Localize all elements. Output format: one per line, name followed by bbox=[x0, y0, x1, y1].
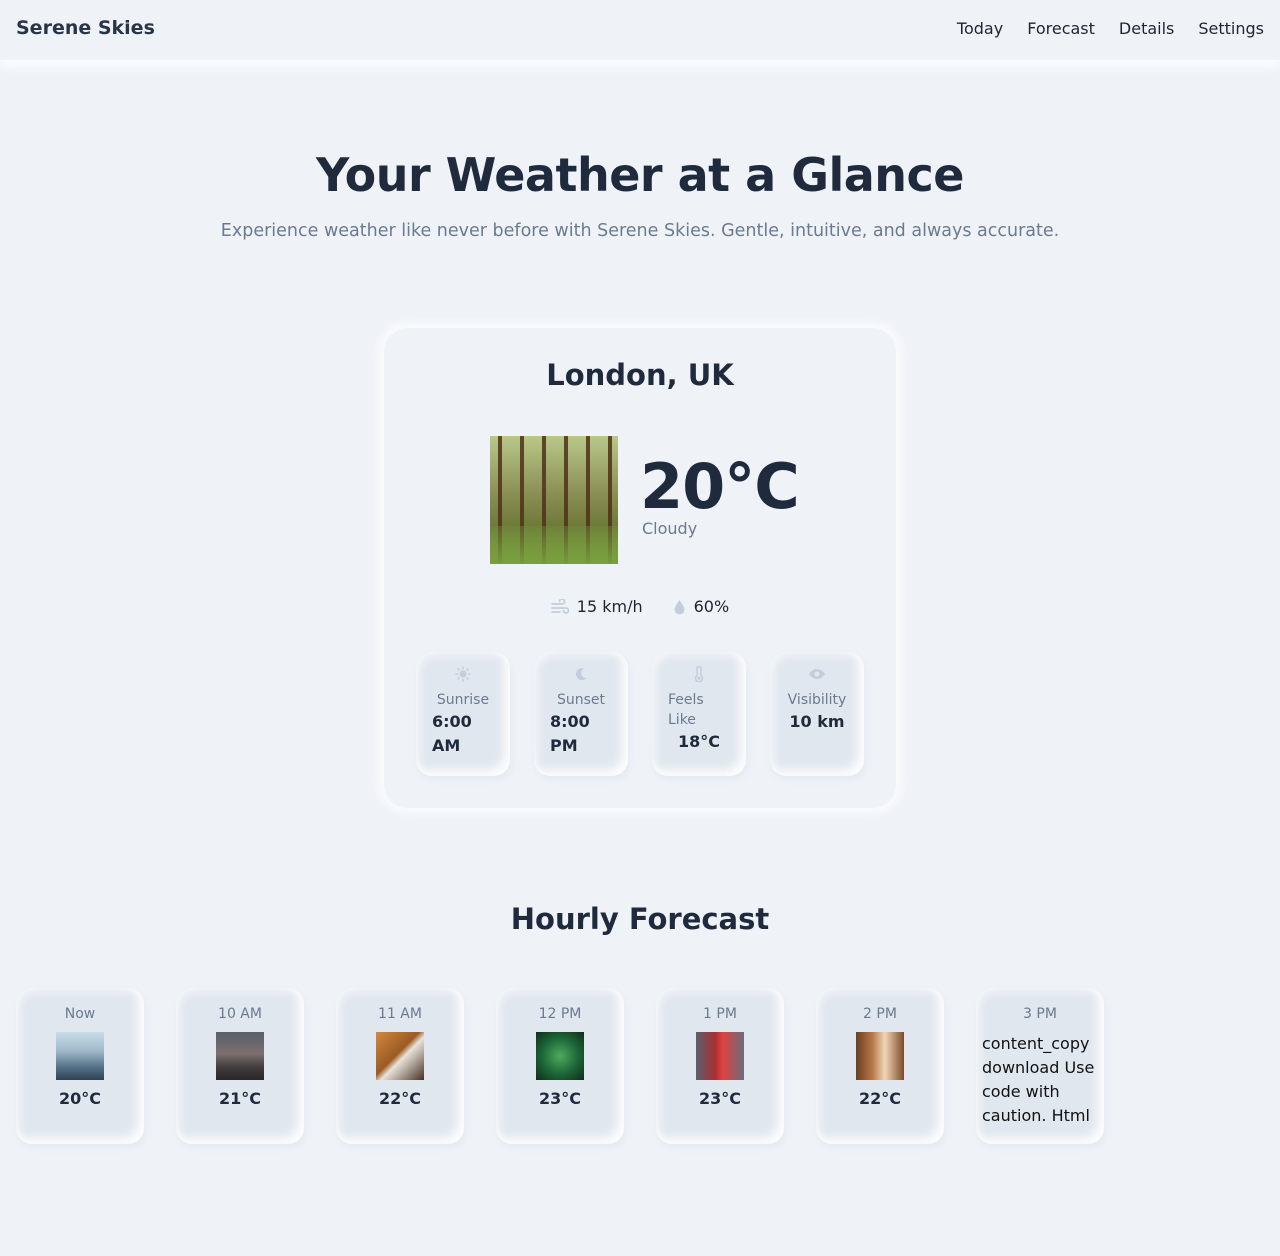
wind-speed: 15 km/h bbox=[550, 597, 643, 616]
hour-image bbox=[856, 1032, 904, 1080]
hero-subtitle: Experience weather like never before wit… bbox=[220, 221, 1060, 241]
hour-time: 1 PM bbox=[703, 1006, 737, 1022]
wind-icon bbox=[550, 598, 569, 615]
brand-logo[interactable]: Serene Skies bbox=[16, 17, 155, 39]
wind-value: 15 km/h bbox=[576, 597, 643, 616]
stat-sunrise: Sunrise 6:00 AM bbox=[416, 652, 510, 776]
hour-temp: 20°C bbox=[58, 1089, 101, 1108]
stat-value: 8:00 PM bbox=[550, 712, 590, 755]
stat-label: Sunrise bbox=[436, 692, 490, 708]
hour-card-1pm[interactable]: 1 PM 23°C bbox=[656, 988, 784, 1144]
stat-sunset: Sunset 8:00 PM bbox=[534, 652, 628, 776]
stat-label: Feels Like bbox=[668, 692, 704, 728]
hour-temp: 23°C bbox=[538, 1089, 581, 1108]
hour-time: 11 AM bbox=[378, 1006, 422, 1022]
city-name: London, UK bbox=[546, 358, 734, 392]
hour-card-10am[interactable]: 10 AM 21°C bbox=[176, 988, 304, 1144]
hour-image bbox=[56, 1032, 104, 1080]
droplet-icon bbox=[673, 599, 686, 615]
sun-icon bbox=[432, 666, 494, 684]
hour-time: Now bbox=[64, 1006, 96, 1022]
nav-details[interactable]: Details bbox=[1119, 19, 1174, 38]
weather-image bbox=[490, 436, 618, 564]
hour-image bbox=[536, 1032, 584, 1080]
nav-links: Today Forecast Details Settings bbox=[957, 19, 1264, 38]
hour-card-3pm[interactable]: 3 PM content_copy download Use code with… bbox=[976, 988, 1104, 1144]
hourly-forecast-list: Now 20°C 10 AM 21°C 11 AM 22°C 12 PM 23°… bbox=[16, 988, 1104, 1144]
stat-visibility: Visibility 10 km bbox=[770, 652, 864, 776]
stat-label: Sunset bbox=[556, 692, 606, 708]
moon-icon bbox=[550, 666, 612, 684]
hour-time: 12 PM bbox=[538, 1006, 582, 1022]
nav-forecast[interactable]: Forecast bbox=[1027, 19, 1095, 38]
weather-meta: 15 km/h 60% bbox=[384, 597, 896, 616]
hour-temp: 22°C bbox=[378, 1089, 421, 1108]
hour-image bbox=[696, 1032, 744, 1080]
stat-feels-like: Feels Like 18°C bbox=[652, 652, 746, 776]
stat-value: 18°C bbox=[677, 732, 720, 751]
hour-card-12pm[interactable]: 12 PM 23°C bbox=[496, 988, 624, 1144]
hour-temp: 22°C bbox=[858, 1089, 901, 1108]
humidity: 60% bbox=[673, 597, 730, 616]
hour-card-now[interactable]: Now 20°C bbox=[16, 988, 144, 1144]
weather-condition: Cloudy bbox=[642, 519, 698, 538]
nav-settings[interactable]: Settings bbox=[1198, 19, 1264, 38]
hour-stray-text: content_copy download Use code with caut… bbox=[982, 1034, 1095, 1125]
current-weather-card: London, UK 20°C Cloudy 15 km/h 60% Sunri… bbox=[384, 328, 896, 808]
hero-title: Your Weather at a Glance bbox=[316, 148, 965, 202]
hour-time: 10 AM bbox=[218, 1006, 262, 1022]
top-navbar: Serene Skies Today Forecast Details Sett… bbox=[0, 0, 1280, 60]
weather-stats: Sunrise 6:00 AM Sunset 8:00 PM Feels Lik… bbox=[416, 652, 864, 776]
hour-image bbox=[216, 1032, 264, 1080]
current-temperature: 20°C bbox=[640, 450, 800, 523]
hourly-forecast-title: Hourly Forecast bbox=[510, 902, 770, 936]
thermometer-icon bbox=[668, 666, 730, 684]
nav-today[interactable]: Today bbox=[957, 19, 1003, 38]
hour-temp: 21°C bbox=[218, 1089, 261, 1108]
stat-value: 10 km bbox=[789, 712, 845, 731]
hour-time: 3 PM bbox=[1023, 1006, 1057, 1022]
hour-temp: 23°C bbox=[698, 1089, 741, 1108]
hour-card-11am[interactable]: 11 AM 22°C bbox=[336, 988, 464, 1144]
hour-time: 2 PM bbox=[863, 1006, 897, 1022]
hour-card-2pm[interactable]: 2 PM 22°C bbox=[816, 988, 944, 1144]
stat-label: Visibility bbox=[787, 692, 847, 708]
stat-value: 6:00 AM bbox=[432, 712, 472, 755]
humidity-value: 60% bbox=[693, 597, 730, 616]
eye-icon bbox=[786, 666, 848, 684]
hour-image bbox=[376, 1032, 424, 1080]
